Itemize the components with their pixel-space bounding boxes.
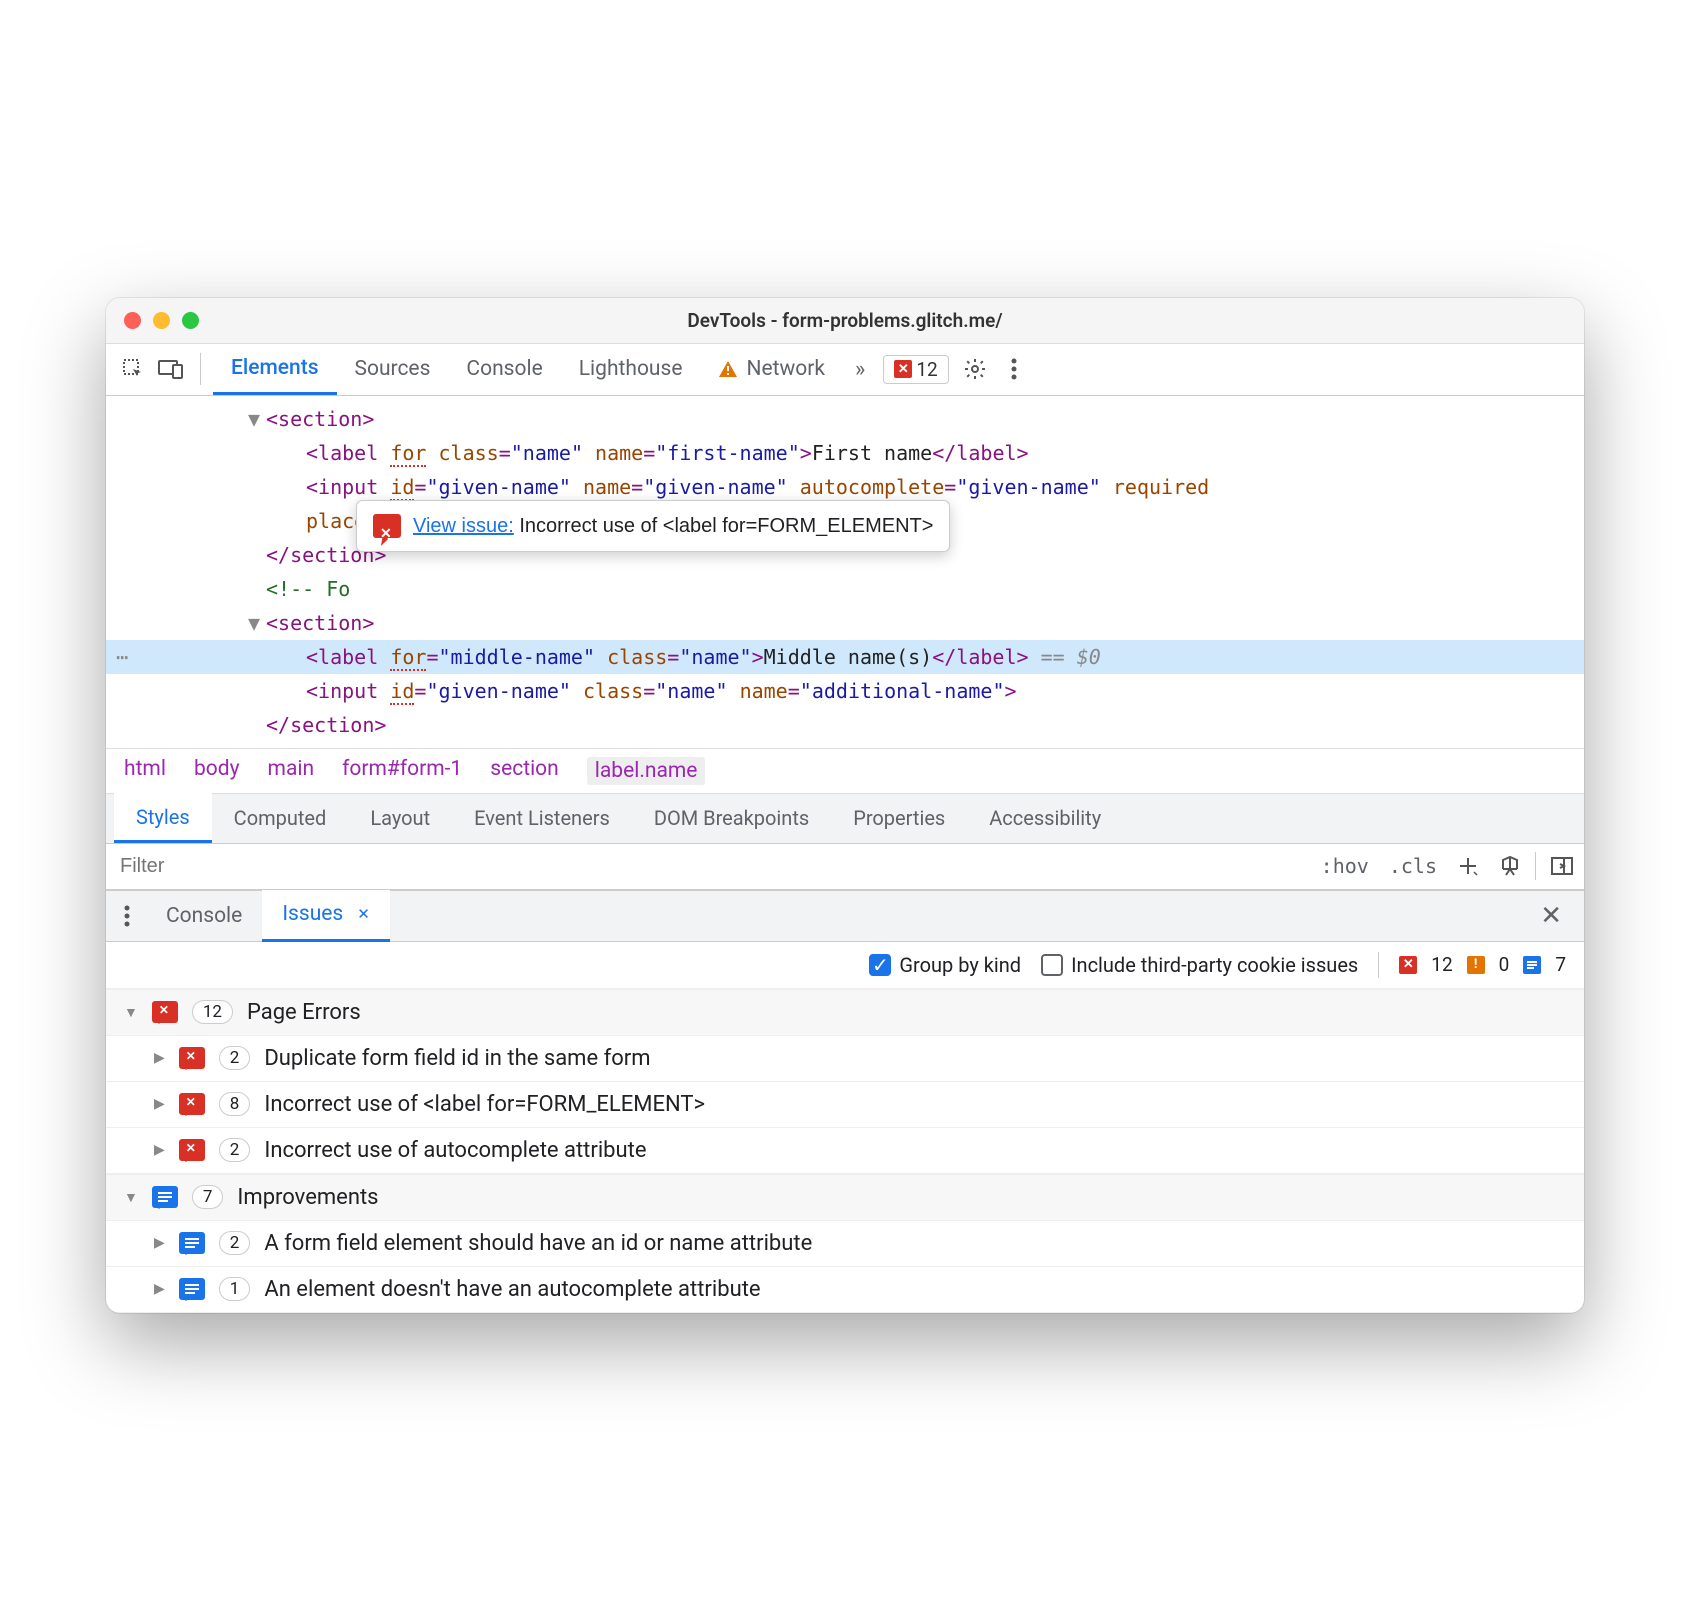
breadcrumb[interactable]: html body main form#form-1 section label.name — [106, 748, 1584, 794]
breadcrumb-item[interactable]: body — [194, 757, 240, 785]
errors-count: 12 — [1431, 953, 1452, 976]
subtab-styles[interactable]: Styles — [114, 793, 212, 843]
tab-console[interactable]: Console — [448, 343, 560, 395]
view-issue-link[interactable]: View issue: — [413, 515, 514, 537]
dom-tree[interactable]: View issue: Incorrect use of <label for=… — [106, 396, 1584, 748]
issue-item[interactable]: ▶2Incorrect use of autocomplete attribut… — [106, 1128, 1584, 1174]
issue-group[interactable]: ▼7Improvements — [106, 1174, 1584, 1221]
include-third-party-checkbox[interactable]: Include third-party cookie issues — [1041, 953, 1358, 977]
window-title: DevTools - form-problems.glitch.me/ — [106, 309, 1584, 332]
settings-icon[interactable] — [953, 357, 997, 381]
minimize-window[interactable] — [153, 312, 170, 329]
hov-toggle[interactable]: :hov — [1311, 854, 1379, 878]
cls-toggle[interactable]: .cls — [1379, 854, 1447, 878]
error-icon: ✕ — [1399, 956, 1417, 974]
issues-options: ✓ Group by kind Include third-party cook… — [106, 942, 1584, 989]
options-separator — [1378, 952, 1379, 978]
kebab-menu-icon[interactable] — [1001, 358, 1027, 380]
inspect-icon[interactable] — [116, 352, 150, 386]
issue-item[interactable]: ▶2A form field element should have an id… — [106, 1221, 1584, 1267]
new-style-rule-icon[interactable] — [1447, 855, 1489, 877]
issue-counter[interactable]: ✕ 12 — [883, 355, 948, 384]
titlebar: DevTools - form-problems.glitch.me/ — [106, 298, 1584, 344]
device-mode-icon[interactable] — [154, 352, 188, 386]
dom-row[interactable]: ▼<section> — [106, 402, 1584, 436]
tab-elements[interactable]: Elements — [213, 343, 337, 395]
styles-subtabs: StylesComputedLayoutEvent ListenersDOM B… — [106, 794, 1584, 844]
more-tabs-icon[interactable]: » — [847, 357, 873, 382]
dom-row[interactable]: <input id="given-name" name="given-name"… — [106, 470, 1584, 504]
dom-row[interactable]: ▼<section> — [106, 606, 1584, 640]
error-icon: ✕ — [894, 360, 912, 378]
error-chat-icon — [373, 514, 401, 538]
tab-network[interactable]: Network — [700, 343, 843, 395]
subtab-accessibility[interactable]: Accessibility — [967, 793, 1123, 843]
subtab-computed[interactable]: Computed — [212, 793, 349, 843]
styles-filterbar: :hov .cls — [106, 844, 1584, 890]
group-by-kind-label: Group by kind — [899, 953, 1021, 977]
drawer-tab-issues[interactable]: Issues✕ — [262, 890, 390, 942]
toolbar-separator — [200, 353, 201, 385]
checkbox-checked-icon: ✓ — [869, 954, 891, 976]
issues-list: ▼12Page Errors▶2Duplicate form field id … — [106, 989, 1584, 1313]
info-icon — [1523, 956, 1541, 974]
tab-lighthouse[interactable]: Lighthouse — [561, 343, 701, 395]
issue-counts: ✕ 12 ! 0 7 — [1399, 953, 1566, 976]
group-by-kind-checkbox[interactable]: ✓ Group by kind — [869, 953, 1021, 977]
checkbox-unchecked-icon — [1041, 954, 1063, 976]
dom-row[interactable]: <label for class="name" name="first-name… — [106, 436, 1584, 470]
breadcrumb-item[interactable]: html — [124, 757, 166, 785]
tab-sources[interactable]: Sources — [337, 343, 449, 395]
close-window[interactable] — [124, 312, 141, 329]
tooltip-text: Incorrect use of <label for=FORM_ELEMENT… — [519, 515, 933, 537]
zoom-window[interactable] — [182, 312, 199, 329]
breadcrumb-item[interactable]: section — [490, 757, 559, 785]
main-toolbar: ElementsSourcesConsoleLighthouseNetwork … — [106, 344, 1584, 396]
dom-row[interactable]: <!-- Fo — [106, 572, 1584, 606]
drawer-close-icon[interactable]: ✕ — [1526, 901, 1576, 931]
devtools-window: DevTools - form-problems.glitch.me/ Elem… — [106, 298, 1584, 1313]
filterbar-separator — [1535, 852, 1536, 880]
dom-row[interactable]: <input id="given-name" class="name" name… — [106, 674, 1584, 708]
warning-icon: ! — [1467, 956, 1485, 974]
issue-item[interactable]: ▶1An element doesn't have an autocomplet… — [106, 1267, 1584, 1313]
issue-tooltip: View issue: Incorrect use of <label for=… — [356, 500, 950, 552]
issue-item[interactable]: ▶2Duplicate form field id in the same fo… — [106, 1036, 1584, 1082]
issue-group[interactable]: ▼12Page Errors — [106, 989, 1584, 1036]
breadcrumb-item[interactable]: label.name — [587, 757, 706, 785]
warnings-count: 0 — [1499, 953, 1510, 976]
dom-row[interactable]: </section> — [106, 708, 1584, 742]
subtab-dom-breakpoints[interactable]: DOM Breakpoints — [632, 793, 831, 843]
dom-row[interactable]: ⋯<label for="middle-name" class="name">M… — [106, 640, 1584, 674]
breadcrumb-item[interactable]: main — [268, 757, 315, 785]
drawer-tab-console[interactable]: Console — [146, 890, 262, 942]
drawer-tabstrip: ConsoleIssues✕ — [146, 890, 390, 942]
breadcrumb-item[interactable]: form#form-1 — [342, 757, 462, 785]
close-tab-icon[interactable]: ✕ — [357, 905, 370, 923]
info-count: 7 — [1555, 953, 1566, 976]
window-controls — [106, 312, 199, 329]
rendering-emulations-icon[interactable] — [1489, 855, 1531, 877]
panel-tabs: ElementsSourcesConsoleLighthouseNetwork — [213, 343, 843, 395]
error-count: 12 — [916, 358, 937, 381]
subtab-properties[interactable]: Properties — [831, 793, 967, 843]
drawer-tabs: ConsoleIssues✕ ✕ — [106, 890, 1584, 942]
computed-toggle-icon[interactable] — [1540, 856, 1584, 876]
styles-filter-input[interactable] — [106, 855, 1311, 878]
issue-item[interactable]: ▶8Incorrect use of <label for=FORM_ELEME… — [106, 1082, 1584, 1128]
drawer-kebab-icon[interactable] — [114, 905, 140, 927]
subtab-event-listeners[interactable]: Event Listeners — [452, 793, 632, 843]
subtab-layout[interactable]: Layout — [348, 793, 452, 843]
include-third-party-label: Include third-party cookie issues — [1071, 953, 1358, 977]
